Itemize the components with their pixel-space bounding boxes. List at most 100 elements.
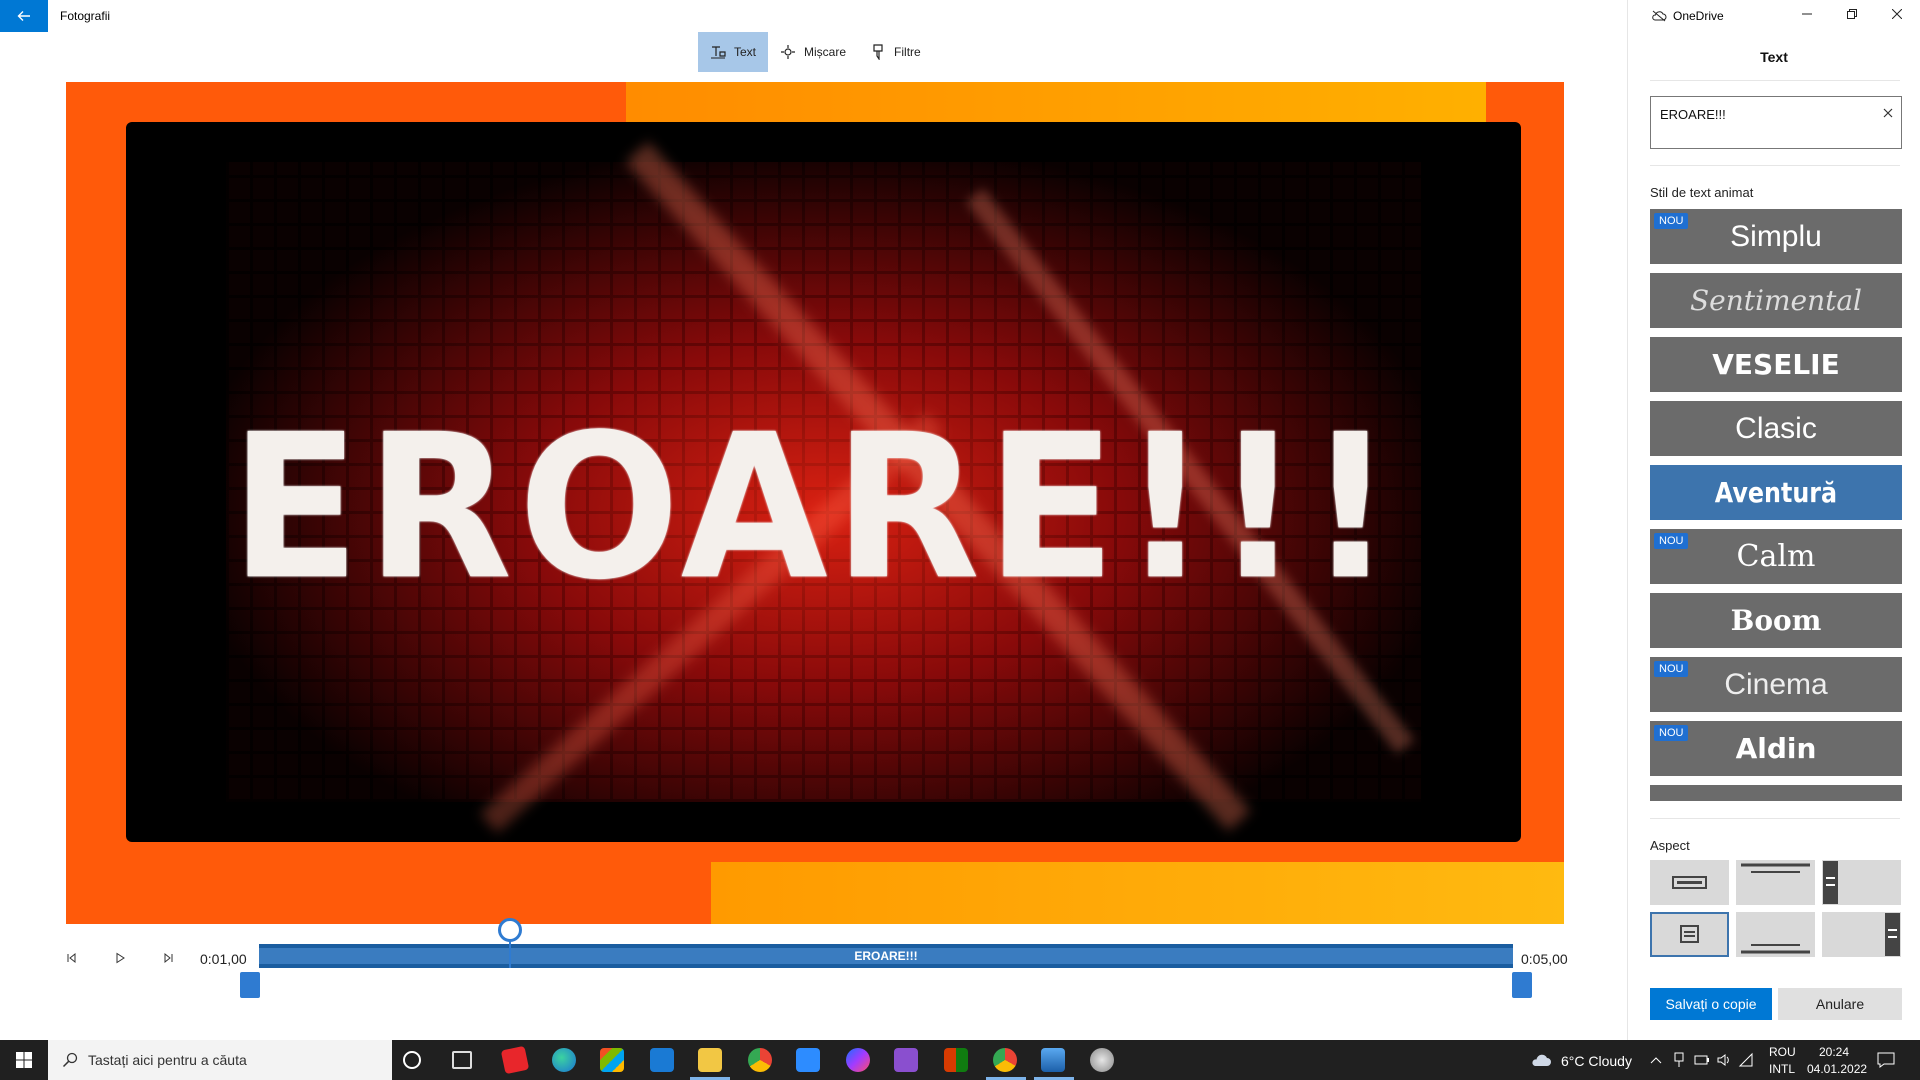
close-button[interactable]	[1887, 6, 1907, 26]
onedrive-status[interactable]: OneDrive	[1651, 9, 1724, 23]
language-code[interactable]: ROU	[1769, 1045, 1796, 1059]
start-button[interactable]	[0, 1040, 48, 1080]
photos-icon[interactable]	[1041, 1048, 1065, 1072]
style-tile-simplu[interactable]: NOU Simplu	[1650, 209, 1902, 264]
minimize-icon	[1802, 13, 1812, 15]
battery-icon[interactable]	[1694, 1053, 1710, 1067]
mail-icon[interactable]	[650, 1048, 674, 1072]
edit-toolbar: Text Mișcare Filtre	[698, 32, 933, 72]
timeline-clip[interactable]: EROARE!!!	[259, 944, 1513, 968]
back-button[interactable]	[0, 0, 48, 32]
style-label: VESELIE	[1712, 348, 1840, 381]
clock-date[interactable]: 04.01.2022	[1807, 1062, 1867, 1076]
keyboard-layout[interactable]: INTL	[1769, 1062, 1795, 1076]
step-forward-icon	[164, 952, 173, 964]
video-preview[interactable]: EROARE!!!	[66, 82, 1564, 924]
playhead-line	[508, 940, 511, 968]
timeline-clip-label: EROARE!!!	[854, 949, 918, 963]
zoom-icon[interactable]	[796, 1048, 820, 1072]
messenger-icon[interactable]	[846, 1048, 870, 1072]
style-label: Cinema	[1724, 667, 1828, 701]
layout-center-icon	[1672, 876, 1707, 889]
task-view-icon[interactable]	[452, 1051, 472, 1069]
style-tile-veselie[interactable]: VESELIE	[1650, 337, 1902, 392]
cancel-button[interactable]: Anulare	[1778, 988, 1902, 1020]
style-label: Aventură	[1714, 476, 1838, 509]
visual-studio-icon[interactable]	[894, 1048, 918, 1072]
aspect-right-button[interactable]	[1822, 912, 1901, 957]
style-tile-aldin[interactable]: NOU Aldin	[1650, 721, 1902, 776]
edge-icon[interactable]	[552, 1048, 576, 1072]
motion-icon	[781, 45, 796, 59]
style-tile-partial[interactable]	[1650, 785, 1902, 801]
chevron-up-icon[interactable]	[1650, 1055, 1662, 1065]
trim-end-handle[interactable]	[1512, 972, 1532, 998]
tab-filters[interactable]: Filtre	[858, 32, 933, 72]
aspect-center-button[interactable]	[1650, 912, 1729, 957]
style-tile-cinema[interactable]: NOU Cinema	[1650, 657, 1902, 712]
text-panel: OneDrive Text EROARE!!! Stil de text ani…	[1627, 0, 1920, 1040]
close-icon	[1891, 8, 1903, 20]
style-tile-sentimental[interactable]: Sentimental	[1650, 273, 1902, 328]
new-badge: NOU	[1654, 725, 1689, 741]
store-icon[interactable]	[600, 1048, 624, 1072]
chrome-profile-icon[interactable]	[993, 1048, 1017, 1072]
aspect-center-box-button[interactable]	[1650, 860, 1729, 905]
clear-icon[interactable]	[1883, 105, 1893, 123]
restore-button[interactable]	[1842, 6, 1862, 26]
previous-frame-button[interactable]	[60, 946, 84, 970]
window-titlebar: OneDrive	[1628, 0, 1920, 32]
aspect-bottom-button[interactable]	[1736, 912, 1815, 957]
arrow-left-icon	[17, 11, 30, 21]
notification-icon[interactable]	[1877, 1052, 1895, 1068]
chrome-icon[interactable]	[748, 1048, 772, 1072]
style-label: Calm	[1736, 539, 1816, 574]
cloud-weather-icon	[1532, 1054, 1551, 1066]
tab-filters-label: Filtre	[894, 45, 921, 59]
text-icon	[711, 46, 726, 59]
save-copy-button[interactable]: Salvați o copie	[1650, 988, 1772, 1020]
new-badge: NOU	[1654, 533, 1689, 549]
weather-text[interactable]: 6°C Cloudy	[1561, 1053, 1632, 1069]
minimize-button[interactable]	[1797, 6, 1817, 26]
layout-left-icon	[1823, 861, 1838, 904]
style-label: Sentimental	[1689, 284, 1863, 317]
wifi-icon[interactable]	[1738, 1052, 1754, 1068]
volume-icon[interactable]	[1716, 1052, 1732, 1068]
paint-icon[interactable]	[1090, 1048, 1114, 1072]
tab-motion[interactable]: Mișcare	[768, 32, 858, 72]
style-label: Boom	[1730, 604, 1822, 637]
search-placeholder: Tastați aici pentru a căuta	[88, 1052, 247, 1068]
style-tile-aventura[interactable]: Aventură	[1650, 465, 1902, 520]
style-tile-clasic[interactable]: Clasic	[1650, 401, 1902, 456]
cortana-icon[interactable]	[403, 1051, 421, 1069]
taskbar-search[interactable]: Tastați aici pentru a căuta	[48, 1040, 392, 1080]
panel-title: Text	[1760, 49, 1788, 65]
overlay-text: EROARE!!!	[230, 391, 1400, 624]
app-title: Fotografii	[60, 9, 111, 23]
style-label: Clasic	[1735, 411, 1817, 445]
restore-icon	[1847, 9, 1857, 19]
trim-start-handle[interactable]	[240, 972, 260, 998]
text-input[interactable]: EROARE!!!	[1650, 96, 1902, 149]
app-red-icon[interactable]	[500, 1045, 530, 1075]
filter-icon	[873, 44, 883, 60]
playhead[interactable]	[497, 918, 522, 942]
divider	[1650, 80, 1900, 81]
style-tile-calm[interactable]: NOU Calm	[1650, 529, 1902, 584]
usb-icon[interactable]	[1672, 1052, 1686, 1068]
next-frame-button[interactable]	[156, 946, 180, 970]
file-explorer-icon[interactable]	[698, 1048, 722, 1072]
new-badge: NOU	[1654, 213, 1689, 229]
aspect-left-button[interactable]	[1822, 860, 1901, 905]
style-tile-boom[interactable]: Boom	[1650, 593, 1902, 648]
style-label: Simplu	[1730, 219, 1822, 253]
office-app-icon[interactable]	[944, 1048, 968, 1072]
clock-time[interactable]: 20:24	[1819, 1045, 1849, 1059]
aspect-top-button[interactable]	[1736, 860, 1815, 905]
play-button[interactable]	[108, 946, 132, 970]
divider	[1650, 165, 1900, 166]
layout-center-small-icon	[1680, 925, 1699, 943]
search-icon	[62, 1052, 78, 1068]
tab-text[interactable]: Text	[698, 32, 769, 72]
